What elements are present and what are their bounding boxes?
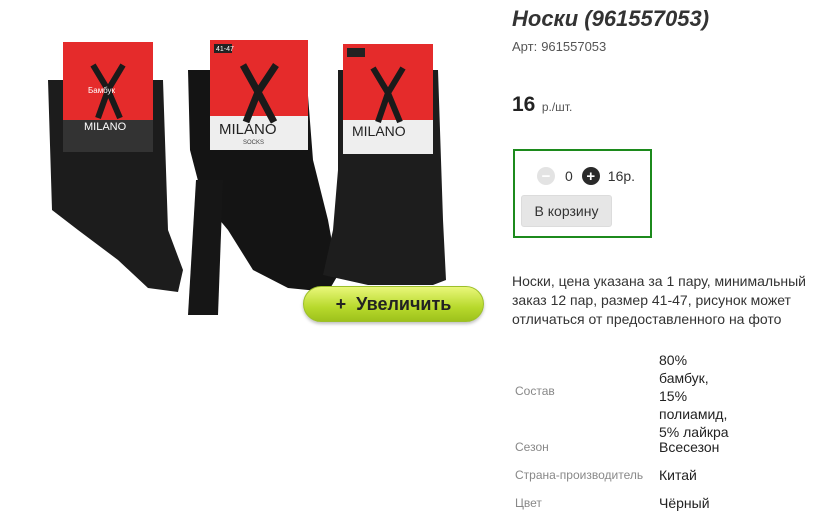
quantity-sum: 16р. xyxy=(607,168,636,184)
zoom-button-label: Увеличить xyxy=(356,293,452,314)
svg-text:MILANO: MILANO xyxy=(84,121,127,133)
product-description: Носки, цена указана за 1 пару, минимальн… xyxy=(512,273,806,327)
spec-label-composition: Состав xyxy=(515,384,555,398)
product-title: Носки (961557053) xyxy=(512,6,710,31)
plus-circle-icon[interactable]: + xyxy=(581,167,600,185)
sock-middle-foot xyxy=(188,180,223,315)
price-value: 16 xyxy=(512,93,536,116)
svg-text:41-47: 41-47 xyxy=(216,46,234,53)
minus-circle-icon[interactable]: − xyxy=(537,167,555,185)
spec-label-color: Цвет xyxy=(515,496,542,510)
spec-value-color: Чёрный xyxy=(659,495,710,511)
svg-text:MILANO: MILANO xyxy=(219,121,277,138)
sku-value: 961557053 xyxy=(541,39,607,54)
quantity-value[interactable]: 0 xyxy=(565,168,573,184)
product-price: 16 р./шт. xyxy=(512,93,572,117)
spec-label-season: Сезон xyxy=(515,440,549,454)
price-unit: р./шт. xyxy=(541,100,573,114)
spec-value-country: Китай xyxy=(659,467,697,483)
plus-icon: + xyxy=(335,293,347,314)
product-gallery: Бамбук MILANO 41-47 MILANO SOCKS MILANO … xyxy=(0,0,500,340)
sock-label-right: MILANO xyxy=(343,44,433,154)
sock-label-left: Бамбук MILANO xyxy=(63,42,153,152)
quantity-stepper: − 0 + 16р. xyxy=(537,167,635,185)
buy-box: − 0 + 16р. В корзину xyxy=(513,149,652,238)
sku-label: Арт: xyxy=(512,39,538,54)
product-sku: Арт: 961557053 xyxy=(512,39,606,54)
svg-text:Бамбук: Бамбук xyxy=(88,86,116,95)
spec-value-season: Всесезон xyxy=(659,439,720,455)
svg-text:SOCKS: SOCKS xyxy=(243,140,264,146)
add-to-cart-button[interactable]: В корзину xyxy=(521,195,612,227)
spec-value-composition: 80% бамбук, 15% полиамид, 5% лайкра xyxy=(659,352,729,440)
zoom-button[interactable]: + Увеличить xyxy=(303,286,484,322)
svg-text:MILANO: MILANO xyxy=(352,123,406,139)
spec-label-country: Страна-производитель xyxy=(515,468,644,482)
product-image[interactable]: Бамбук MILANO 41-47 MILANO SOCKS MILANO xyxy=(38,30,458,325)
sock-label-middle: 41-47 MILANO SOCKS xyxy=(210,40,308,150)
